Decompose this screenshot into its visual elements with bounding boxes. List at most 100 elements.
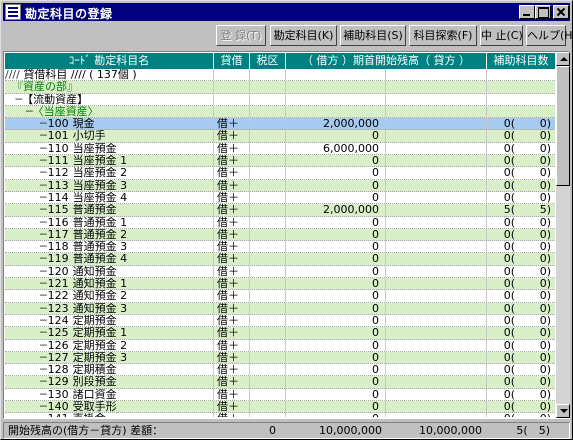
table-row[interactable]: ─101 小切手 借＋ 0 0(0) xyxy=(5,130,555,143)
table-row[interactable]: ─125 定期預金 1 借＋ 0 0(0) xyxy=(5,327,555,340)
sub-count-cell: 0(0) xyxy=(487,389,555,400)
header-code-name[interactable]: ｺｰﾄﾞ 勘定科目名 xyxy=(5,53,214,69)
table-row[interactable]: ─127 定期預金 3 借＋ 0 0(0) xyxy=(5,351,555,365)
header-debit-credit[interactable]: 貸借 xyxy=(214,53,250,69)
account-name: 〈当座資産〉 xyxy=(32,105,99,118)
table-row[interactable]: ─124 定期預金 借＋ 0 0(0) xyxy=(5,314,555,328)
account-name: 定期預金 xyxy=(72,314,117,327)
table-row[interactable]: //// 貸借科目 //// ( 137個 ) xyxy=(5,69,555,82)
tree-connector: ─ xyxy=(5,216,47,228)
table-row[interactable]: ─123 通知預金 3 借＋ 0 0(0) xyxy=(5,302,555,315)
table-row[interactable]: ─113 当座預金 3 借＋ 0 0(0) xyxy=(5,179,555,192)
close-button[interactable] xyxy=(553,5,569,19)
tax-cell xyxy=(250,351,286,364)
table-row[interactable]: ─100 現金 借＋ 2,000,000 0(0) xyxy=(5,118,555,131)
table-row[interactable]: ─115 普通預金 借＋ 2,000,000 5(5) xyxy=(5,204,555,217)
table-row[interactable]: ─121 通知預金 1 借＋ 0 0(0) xyxy=(5,278,555,291)
credit-balance-cell xyxy=(386,179,487,191)
debit-balance-cell: 0 xyxy=(286,155,386,167)
sub-count: 0( xyxy=(503,388,515,401)
account-cell: ─121 通知預金 1 xyxy=(5,278,214,290)
account-name: 当座預金 4 xyxy=(72,191,128,204)
debit-credit-cell: 借＋ xyxy=(214,401,250,413)
credit-balance-cell xyxy=(386,228,487,241)
tree-connector: ─ xyxy=(5,351,47,364)
debit-balance-cell xyxy=(286,81,386,93)
table-row[interactable]: ─111 当座預金 1 借＋ 0 0(0) xyxy=(5,155,555,168)
sub-count-total: 0) xyxy=(539,364,551,376)
debit-balance-cell xyxy=(286,105,386,118)
debit-balance-cell: 0 xyxy=(286,302,386,314)
table-row[interactable]: ─116 普通預金 1 借＋ 0 0(0) xyxy=(5,216,555,229)
account-code: 112 xyxy=(47,167,69,179)
account-cell: ─126 定期預金 2 xyxy=(5,339,214,351)
table-row[interactable]: ─【流動資産】 xyxy=(5,93,555,106)
account-cell: ─140 受取手形 xyxy=(5,401,214,413)
sub-count: 0( xyxy=(503,241,515,253)
account-search-button[interactable]: 科目探索(F) xyxy=(409,25,477,46)
account-button[interactable]: 勘定科目(K) xyxy=(270,25,337,46)
tree-connector: ─ xyxy=(5,302,47,314)
table-row[interactable]: ─141 売掛金 借＋ 0 0(0) xyxy=(5,413,555,417)
tax-cell xyxy=(250,105,286,118)
tree-connector: ─ xyxy=(5,155,47,167)
table-row[interactable]: ─128 定期積金 借＋ 0 0(0) xyxy=(5,364,555,377)
sub-count: 0( xyxy=(503,364,515,376)
table-row[interactable]: ─119 普通預金 4 借＋ 0 0(0) xyxy=(5,253,555,266)
sub-count-cell: 0( 0) xyxy=(487,364,555,375)
account-cell: ─129 別段預金 xyxy=(5,376,214,388)
maximize-button[interactable] xyxy=(535,5,551,19)
account-cell: ─130 諸口資金 xyxy=(5,388,214,401)
tax-cell xyxy=(250,302,286,314)
table-row[interactable]: ─112 当座預金 2 借＋ 0 0(0) xyxy=(5,167,555,180)
debit-balance-cell: 0 xyxy=(286,216,386,228)
table-row[interactable]: 『資産の部』 xyxy=(5,81,555,94)
sub-count: 0( xyxy=(503,167,515,179)
cancel-button[interactable]: 中 止(C) xyxy=(480,25,523,46)
account-code: 117 xyxy=(47,228,69,241)
account-name: 普通預金 xyxy=(72,204,117,216)
table-row[interactable]: ─114 当座預金 4 借＋ 0 0(0) xyxy=(5,191,555,205)
debit-credit-cell: 借＋ xyxy=(214,302,250,314)
table-row[interactable]: ─110 当座預金 借＋ 6,000,000 0(0) xyxy=(5,142,555,156)
debit-balance-cell: 0 xyxy=(286,265,386,278)
tree-connector: ─ xyxy=(5,93,23,105)
table-row[interactable]: ─122 通知預金 2 借＋ 0 0(0) xyxy=(5,290,555,303)
sub-account-button[interactable]: 補助科目(S) xyxy=(340,25,406,46)
sub-count-cell xyxy=(487,81,555,92)
account-name: 現金 xyxy=(72,118,95,130)
header-sub-count[interactable]: 補助科目数 xyxy=(487,53,555,69)
minimize-button[interactable] xyxy=(519,5,535,19)
debit-credit-cell: 借＋ xyxy=(214,191,250,204)
tree-connector: ─ xyxy=(5,253,47,265)
table-row[interactable]: ─130 諸口資金 借＋ 0 0(0) xyxy=(5,388,555,402)
header-opening-balance[interactable]: （ 借方 ）期首開始残高（ 貸方 ） xyxy=(286,53,487,69)
table-row[interactable]: ─117 普通預金 2 借＋ 0 0(0) xyxy=(5,228,555,242)
table-row[interactable]: ─140 受取手形 借＋ 0 0(0) xyxy=(5,401,555,414)
header-tax[interactable]: 税区 xyxy=(250,53,286,69)
sub-count-total: 0) xyxy=(539,401,551,413)
table-row[interactable]: ─118 普通預金 3 借＋ 0 0(0) xyxy=(5,241,555,254)
scroll-up-button[interactable] xyxy=(556,52,570,66)
table-row[interactable]: ─〈当座資産〉 xyxy=(5,105,555,119)
tax-cell xyxy=(250,130,286,142)
tax-cell xyxy=(250,241,286,253)
tax-cell xyxy=(250,290,286,302)
table-row[interactable]: ─126 定期預金 2 借＋ 0 0(0) xyxy=(5,339,555,352)
account-name: 通知預金 3 xyxy=(72,302,128,314)
sub-count-cell: 0(0) xyxy=(487,290,555,301)
debit-balance-cell: 0 xyxy=(286,241,386,253)
vertical-scrollbar[interactable] xyxy=(556,52,570,418)
scroll-down-button[interactable] xyxy=(556,404,570,418)
scroll-thumb[interactable] xyxy=(556,66,570,186)
credit-balance-cell xyxy=(386,253,487,265)
help-button[interactable]: ヘルプ(H) xyxy=(526,25,573,46)
tax-cell xyxy=(250,314,286,327)
account-code: 118 xyxy=(47,241,69,253)
table-row[interactable]: ─120 通知預金 借＋ 0 0(0) xyxy=(5,265,555,279)
table-row[interactable]: ─129 別段預金 借＋ 0 0(0) xyxy=(5,376,555,389)
sub-count-total: 0) xyxy=(539,376,551,388)
app-icon[interactable] xyxy=(5,4,21,20)
register-button[interactable]: 登 録(T) xyxy=(216,25,266,46)
main-window: 勘定科目の登録 登 録(T) 勘定科目(K) 補助科目(S) 科目探索(F) 中… xyxy=(0,0,573,440)
